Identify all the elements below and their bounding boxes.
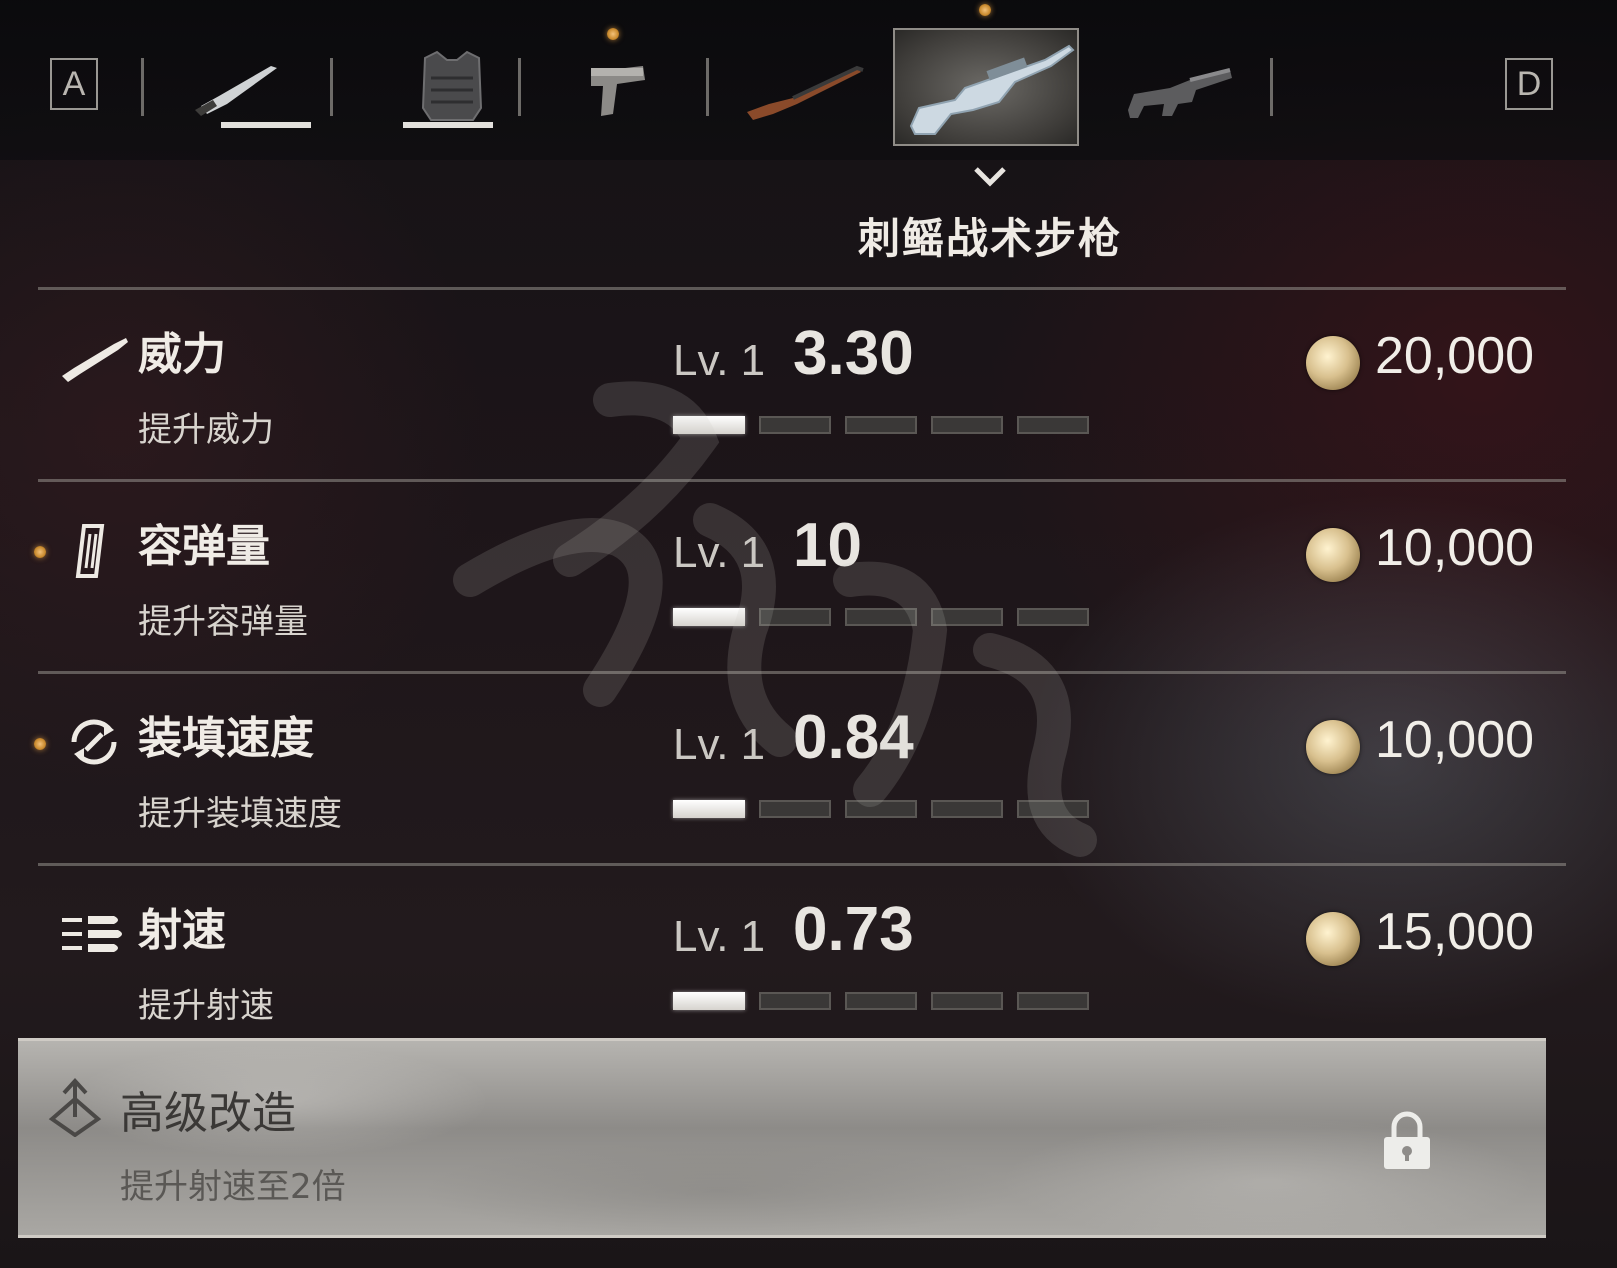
upgrade-level: Lv. 1 [673, 528, 766, 577]
upgrade-price: 10,000 [1375, 711, 1535, 769]
upgrade-level: Lv. 1 [673, 912, 766, 961]
upgrade-level: Lv. 1 [673, 336, 766, 385]
vest-icon [421, 50, 483, 121]
upgrade-desc: 提升容弹量 [138, 602, 308, 642]
next-tab-key[interactable]: D [1505, 58, 1553, 110]
new-badge-dot [34, 546, 46, 558]
upgrade-row-reload[interactable]: 装填速度 提升装填速度 Lv. 1 0.84 10,000 [0, 674, 1617, 859]
tab-equipped-underline [403, 122, 493, 128]
upgrade-level: Lv. 1 [673, 720, 766, 769]
upgrade-row-capacity[interactable]: 容弹量 提升容弹量 Lv. 1 10 10,000 [0, 482, 1617, 667]
weapon-tab-bar: A D [0, 0, 1617, 160]
level-pip-empty [759, 992, 831, 1010]
coin-icon [1306, 336, 1360, 390]
coin-icon [1306, 528, 1360, 582]
tab-equipped-underline [221, 122, 311, 128]
advanced-modification[interactable]: 高级改造 提升射速至2倍 [18, 1038, 1546, 1238]
level-progress [673, 992, 1089, 1010]
upgrade-price: 10,000 [1375, 519, 1535, 577]
upgrade-name: 射速 [138, 905, 226, 956]
prev-tab-key[interactable]: A [50, 58, 98, 110]
advanced-desc: 提升射速至2倍 [120, 1167, 346, 1207]
level-pip-empty [931, 800, 1003, 818]
tab-rifle[interactable] [733, 28, 919, 146]
tab-tactical-rifle[interactable] [893, 4, 1079, 146]
tab-handgun[interactable] [545, 28, 731, 146]
tab-body-armor[interactable] [355, 28, 541, 146]
lock-icon [1384, 1111, 1430, 1169]
level-pip-filled [673, 992, 745, 1010]
level-pip-empty [759, 608, 831, 626]
upgrade-price: 15,000 [1375, 903, 1535, 961]
tab-divider [518, 58, 521, 116]
upgrade-value: 3.30 [793, 319, 914, 388]
weapon-name: 刺鳐战术步枪 [857, 214, 1122, 263]
upgrade-value: 0.73 [793, 895, 914, 964]
upgrade-desc: 提升威力 [138, 410, 274, 450]
handgun-icon [591, 66, 645, 116]
tab-divider [1270, 58, 1273, 116]
tab-divider [141, 58, 144, 116]
upgrade-name: 威力 [138, 329, 226, 380]
exclusive-upgrade-icon [48, 1078, 102, 1137]
level-pip-empty [1017, 992, 1089, 1010]
upgrade-name: 容弹量 [138, 521, 270, 572]
level-pip-empty [759, 800, 831, 818]
level-pip-filled [673, 800, 745, 818]
upgrade-row-fire-rate[interactable]: 射速 提升射速 Lv. 1 0.73 15,000 [0, 866, 1617, 1051]
level-pip-empty [845, 416, 917, 434]
new-badge-dot [979, 4, 991, 16]
level-progress [673, 800, 1089, 818]
reload-icon [71, 719, 117, 765]
upgrade-value: 0.84 [793, 703, 914, 772]
level-pip-empty [845, 800, 917, 818]
rifle-icon [62, 338, 128, 382]
upgrade-price: 20,000 [1375, 327, 1535, 385]
level-pip-filled [673, 416, 745, 434]
advanced-title: 高级改造 [120, 1088, 296, 1139]
level-pip-empty [845, 608, 917, 626]
level-pip-empty [931, 608, 1003, 626]
upgrade-name: 装填速度 [138, 713, 314, 764]
level-progress [673, 608, 1089, 626]
magazine-icon [75, 524, 105, 578]
new-badge-dot [34, 738, 46, 750]
tab-divider [706, 58, 709, 116]
level-progress [673, 416, 1089, 434]
level-pip-empty [759, 416, 831, 434]
bullets-icon [62, 916, 122, 952]
upgrade-desc: 提升装填速度 [138, 794, 342, 834]
upgrade-desc: 提升射速 [138, 986, 274, 1026]
tactical-rifle-icon [909, 44, 1075, 135]
tab-divider [330, 58, 333, 116]
assault-rifle-icon [1128, 68, 1232, 118]
upgrade-value: 10 [793, 511, 862, 580]
coin-icon [1306, 720, 1360, 774]
level-pip-filled [673, 608, 745, 626]
coin-icon [1306, 912, 1360, 966]
level-pip-empty [931, 992, 1003, 1010]
level-pip-empty [1017, 800, 1089, 818]
chevron-down-icon [974, 167, 1006, 187]
level-pip-empty [1017, 416, 1089, 434]
level-pip-empty [845, 992, 917, 1010]
rifle-icon [747, 65, 864, 120]
new-badge-dot [607, 28, 619, 40]
level-pip-empty [931, 416, 1003, 434]
tab-assault-rifle[interactable] [1100, 28, 1286, 146]
upgrade-row-power[interactable]: 威力 提升威力 Lv. 1 3.30 20,000 [0, 290, 1617, 475]
level-pip-empty [1017, 608, 1089, 626]
